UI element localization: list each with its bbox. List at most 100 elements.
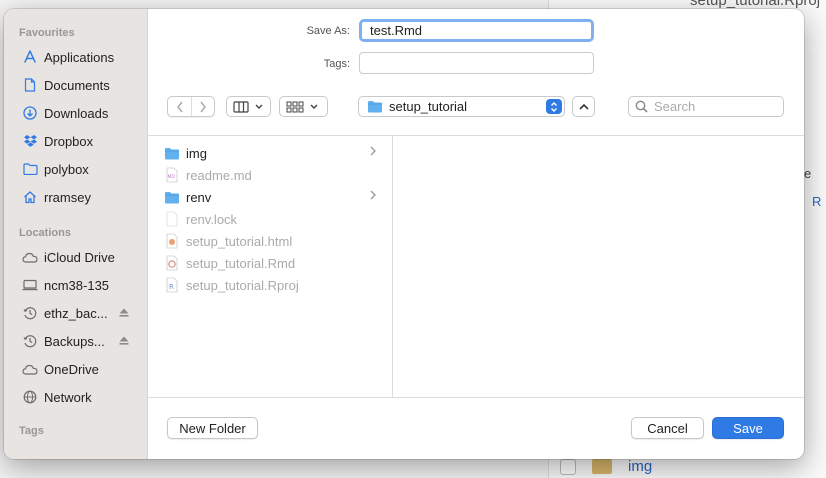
home-icon — [22, 189, 38, 205]
favourites-item-downloads[interactable]: Downloads — [4, 99, 147, 127]
collapse-button[interactable] — [572, 96, 595, 117]
folder-row[interactable]: renv — [148, 186, 392, 208]
document-icon — [22, 77, 38, 93]
grid-icon — [286, 101, 304, 112]
new-folder-button[interactable]: New Folder — [167, 417, 258, 439]
sidebar: Favourites Applications Documents Download… — [4, 9, 148, 459]
sidebar-item-label: polybox — [44, 161, 89, 177]
time-machine-icon — [22, 333, 38, 349]
preview-column — [394, 136, 804, 397]
svg-text:R: R — [169, 283, 174, 291]
file-row: renv.lock — [148, 208, 392, 230]
save-dialog: Favourites Applications Documents Download… — [4, 9, 804, 459]
file-name: renv.lock — [186, 211, 238, 227]
locations-item-icloud-drive[interactable]: iCloud Drive — [4, 243, 147, 271]
file-row: setup_tutorial.html — [148, 230, 392, 252]
background-column-header: e — [804, 166, 812, 181]
background-file-label: img — [628, 458, 653, 475]
tags-section-title: Tags — [19, 425, 44, 437]
svg-text:MD: MD — [168, 174, 176, 180]
main-pane: Save As: Tags: setup — [148, 9, 804, 459]
file-browser: img MD readme.md renv renv.lock setup_tutoria… — [148, 135, 804, 398]
folder-icon — [164, 145, 180, 161]
chevron-up-icon — [578, 103, 589, 110]
locations-item-ncm38-135[interactable]: ncm38-135 — [4, 271, 147, 299]
popup-stepper-icon — [546, 99, 562, 114]
favourites-section-title: Favourites — [19, 27, 75, 39]
blank-file-icon — [164, 211, 180, 227]
column-view-button[interactable] — [226, 96, 271, 117]
locations-item-onedrive[interactable]: OneDrive — [4, 355, 147, 383]
background-checkbox — [560, 458, 576, 475]
file-name: renv — [186, 189, 212, 205]
sidebar-item-label: ethz_bac... — [44, 305, 108, 321]
sidebar-item-label: Dropbox — [44, 133, 94, 149]
favourites-item-polybox[interactable]: polybox — [4, 155, 147, 183]
locations-list: iCloud Drive ncm38-135 ethz_bac... Backups.… — [4, 243, 147, 411]
toolbar: setup_tutorial — [148, 94, 804, 117]
eject-icon[interactable] — [119, 308, 129, 320]
file-row: Rsetup_tutorial.Rproj — [148, 274, 392, 296]
search-field[interactable] — [628, 96, 784, 117]
sidebar-item-label: Downloads — [44, 105, 109, 121]
sidebar-item-label: Applications — [44, 49, 115, 65]
chevron-down-icon — [310, 104, 318, 109]
background-r-label: R — [812, 194, 822, 209]
icon-view-button[interactable] — [279, 96, 328, 117]
file-name: setup_tutorial.Rmd — [186, 255, 296, 271]
cloud-icon — [22, 249, 38, 265]
save-button[interactable]: Save — [712, 417, 784, 439]
sidebar-item-label: Documents — [44, 77, 110, 93]
search-input[interactable] — [654, 99, 774, 114]
favourites-list: Applications Documents Downloads Dropbox pol… — [4, 43, 147, 211]
file-column: img MD readme.md renv renv.lock setup_tutoria… — [148, 136, 393, 397]
sidebar-item-label: Network — [44, 389, 92, 405]
favourites-item-documents[interactable]: Documents — [4, 71, 147, 99]
nav-buttons — [167, 96, 215, 117]
locations-item-network[interactable]: Network — [4, 383, 147, 411]
forward-button[interactable] — [191, 97, 214, 116]
chevron-down-icon — [255, 104, 263, 109]
sidebar-item-label: rramsey — [44, 189, 91, 205]
location-popup-label: setup_tutorial — [389, 99, 468, 114]
file-name: setup_tutorial.Rproj — [186, 277, 299, 293]
location-popup[interactable]: setup_tutorial — [358, 96, 565, 117]
background-folder-icon — [592, 459, 612, 474]
applications-icon — [22, 49, 38, 65]
favourites-item-dropbox[interactable]: Dropbox — [4, 127, 147, 155]
file-row: MD readme.md — [148, 164, 392, 186]
save-as-label: Save As: — [306, 25, 350, 37]
markdown-file-icon: MD — [164, 167, 180, 183]
search-icon — [635, 100, 648, 113]
rproj-file-icon: R — [164, 277, 180, 293]
sidebar-item-label: OneDrive — [44, 361, 99, 377]
folder-icon — [164, 189, 180, 205]
cancel-button[interactable]: Cancel — [631, 417, 704, 439]
favourites-item-applications[interactable]: Applications — [4, 43, 147, 71]
cloud-icon — [22, 361, 38, 377]
folder-icon — [22, 161, 38, 177]
file-name: img — [186, 145, 207, 161]
time-machine-icon — [22, 305, 38, 321]
file-name: readme.md — [186, 167, 252, 183]
save-as-input[interactable] — [359, 19, 594, 42]
folder-row[interactable]: img — [148, 142, 392, 164]
file-name: setup_tutorial.html — [186, 233, 293, 249]
columns-icon — [233, 100, 249, 113]
chevron-right-icon — [200, 101, 206, 112]
locations-item-ethz-bac[interactable]: ethz_bac... — [4, 299, 147, 327]
tags-input[interactable] — [359, 52, 594, 74]
locations-item-backups[interactable]: Backups... — [4, 327, 147, 355]
chevron-left-icon — [176, 101, 183, 112]
file-row: setup_tutorial.Rmd — [148, 252, 392, 274]
folder-icon — [368, 101, 382, 113]
back-button[interactable] — [168, 97, 191, 116]
globe-icon — [22, 389, 38, 405]
eject-icon[interactable] — [119, 336, 129, 348]
download-icon — [22, 105, 38, 121]
html-file-icon — [164, 233, 180, 249]
sidebar-item-label: ncm38-135 — [44, 277, 110, 293]
tags-label: Tags: — [323, 58, 350, 70]
sidebar-item-label: Backups... — [44, 333, 105, 349]
favourites-item-rramsey[interactable]: rramsey — [4, 183, 147, 211]
